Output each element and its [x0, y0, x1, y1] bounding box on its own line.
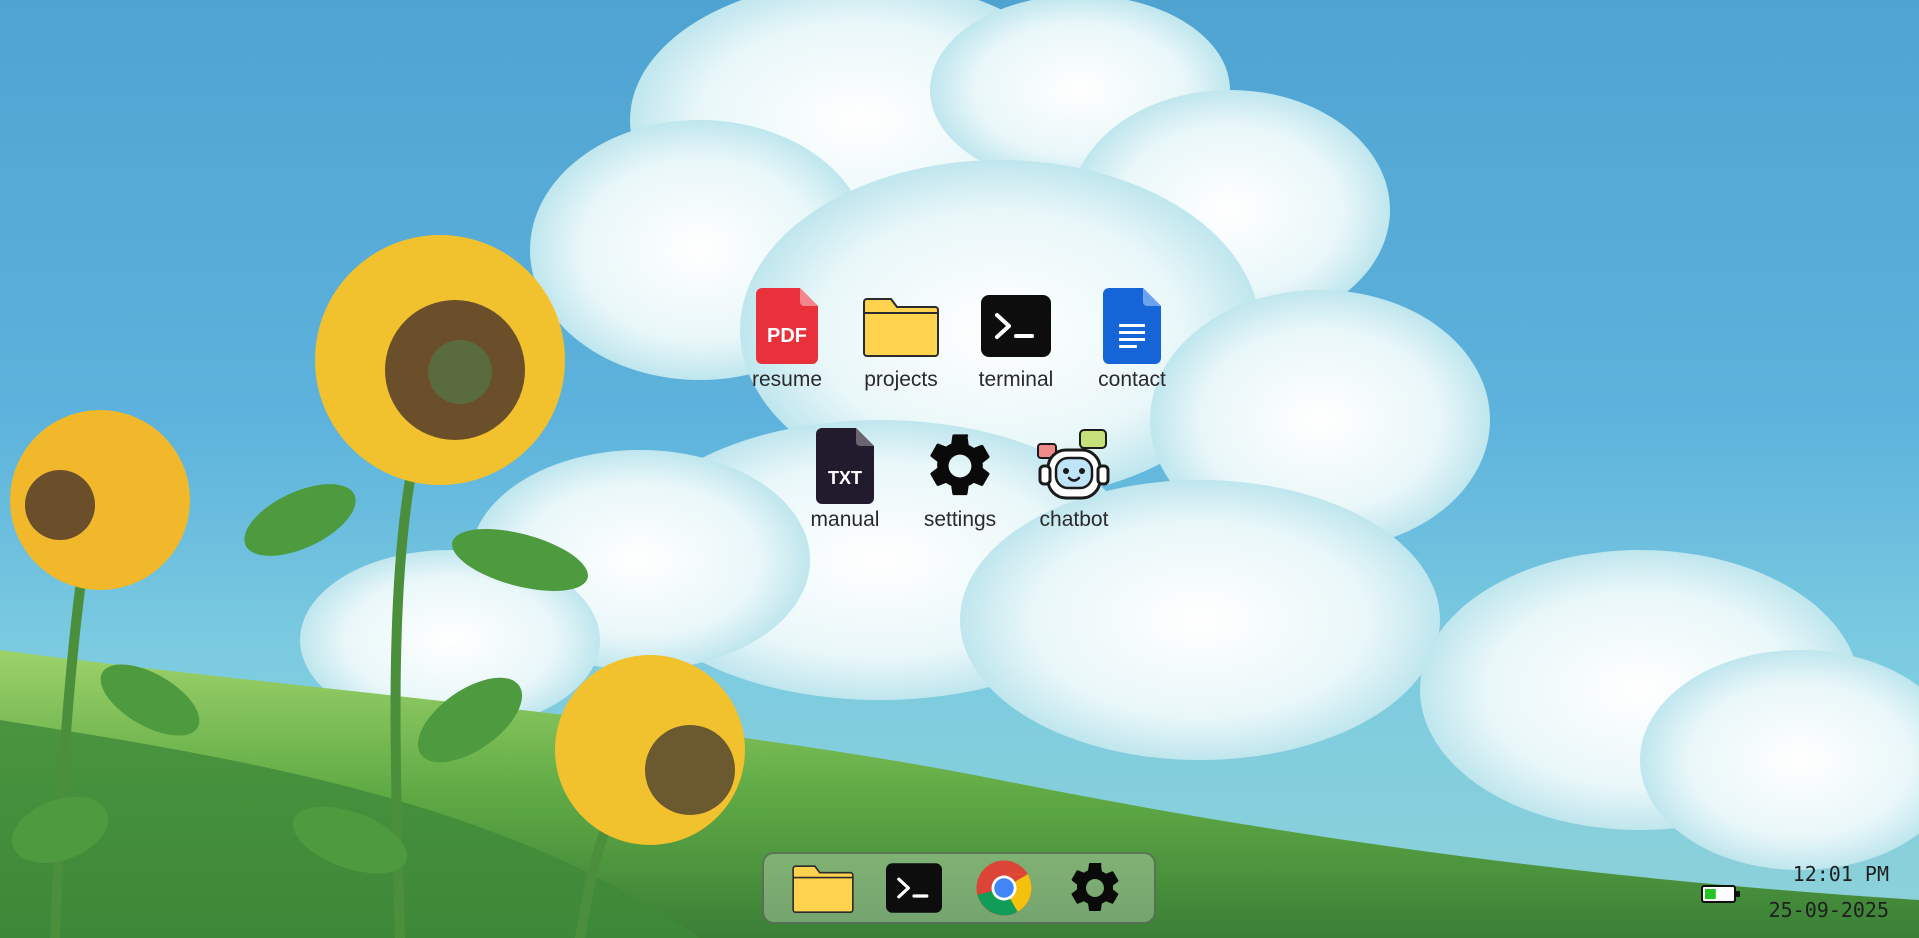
battery-icon[interactable] [1700, 884, 1741, 904]
folder-icon [861, 286, 941, 366]
chrome-icon [976, 860, 1032, 916]
gear-icon [920, 426, 1000, 506]
desktop-icon-contact[interactable]: contact [1082, 286, 1182, 392]
terminal-icon [976, 286, 1056, 366]
desktop-icon-projects[interactable]: projects [851, 286, 951, 392]
txt-badge: TXT [828, 468, 862, 488]
desktop-icon-label: contact [1098, 368, 1166, 391]
desktop-icon-settings[interactable]: settings [910, 426, 1010, 532]
dock-chrome-button[interactable] [972, 856, 1036, 920]
desktop-icon-label: settings [923, 508, 997, 531]
clock-date: 25-09-2025 [1768, 898, 1889, 922]
desktop-icon-label: manual [810, 508, 880, 531]
dock-terminal-button[interactable] [882, 856, 946, 920]
clock[interactable]: 12:01 PM 25-09-2025 [1769, 856, 1889, 928]
battery-level [1704, 889, 1716, 899]
txt-file-icon: TXT [805, 426, 885, 506]
terminal-icon [885, 863, 942, 913]
clock-time: 12:01 PM [1792, 862, 1889, 886]
desktop-icon-label: terminal [978, 368, 1054, 391]
pdf-badge: PDF [767, 325, 807, 347]
dock-settings-button[interactable] [1063, 856, 1127, 920]
taskbar-dock [762, 852, 1156, 924]
desktop-icon-label: projects [864, 368, 938, 391]
robot-icon [1034, 426, 1114, 506]
desktop-icon-label: resume [751, 368, 823, 391]
desktop-icon-manual[interactable]: TXT manual [795, 426, 895, 532]
desktop-icon-grid: PDF resume projects terminal contact TXT… [0, 0, 1919, 938]
desktop-icon-label: chatbot [1039, 508, 1109, 531]
pdf-file-icon: PDF [747, 286, 827, 366]
gear-icon [1071, 862, 1119, 911]
desktop-icon-resume[interactable]: PDF resume [737, 286, 837, 392]
document-icon [1092, 286, 1172, 366]
desktop-icon-terminal[interactable]: terminal [966, 286, 1066, 392]
dock-folder-button[interactable] [791, 856, 855, 920]
folder-icon [792, 865, 854, 913]
system-tray: 12:01 PM 25-09-2025 [1700, 856, 1889, 928]
desktop-icon-chatbot[interactable]: chatbot [1024, 426, 1124, 532]
